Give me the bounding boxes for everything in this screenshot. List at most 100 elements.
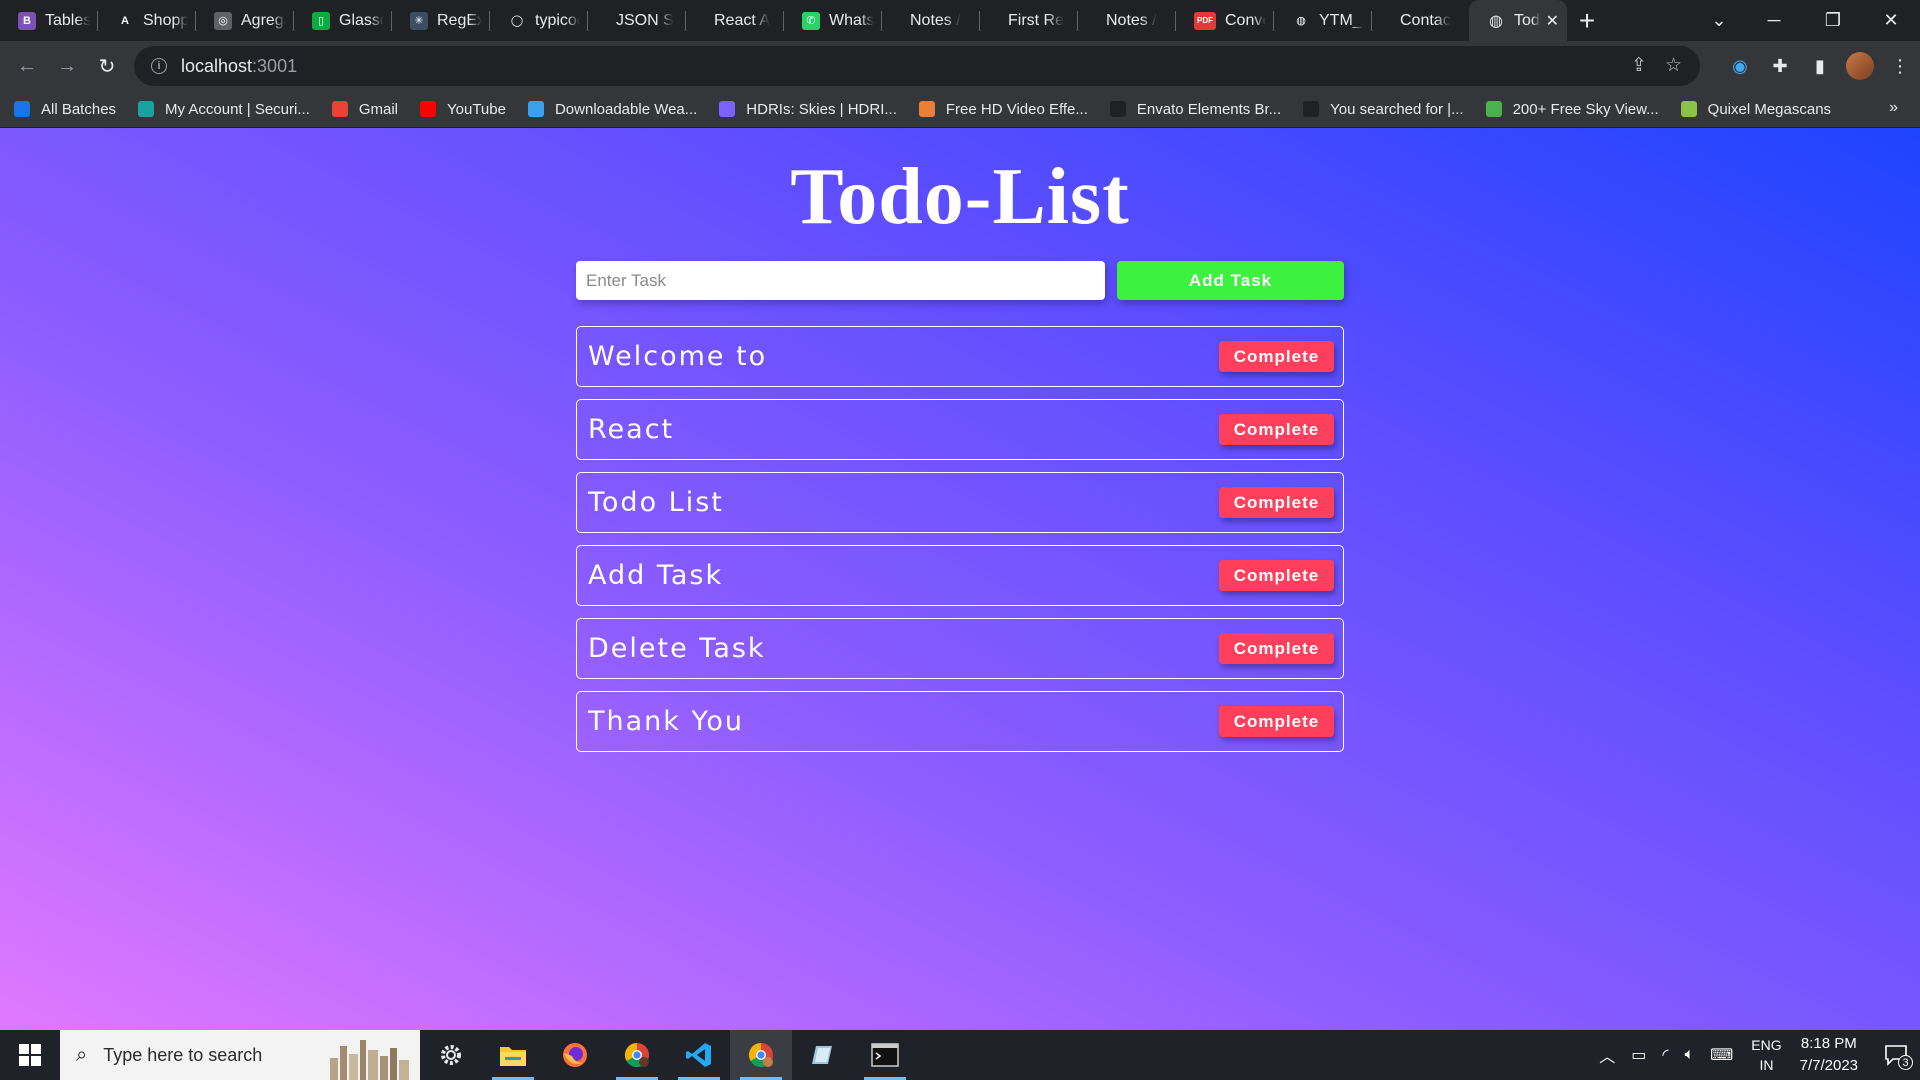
tab-0[interactable]: B Tables [0, 0, 98, 41]
bookmark-item[interactable]: Gmail [331, 101, 398, 118]
notification-count-badge: 3 [1898, 1055, 1913, 1070]
complete-button[interactable]: Complete [1219, 414, 1334, 445]
complete-button[interactable]: Complete [1219, 633, 1334, 664]
volume-icon[interactable]: 🔈︎ [1685, 1046, 1695, 1064]
tab-strip: B Tables A Shoppi ◎ Agrega ▯ Glassdo ✳ RegExr ◯ typ… [0, 0, 1920, 41]
task-input[interactable] [576, 261, 1105, 300]
edge-extension-icon[interactable]: ◉ [1720, 46, 1760, 86]
tab-label: JSON S [616, 11, 674, 29]
todo-app-page: Todo-List Add Task Welcome toCompleteRea… [0, 128, 1920, 1030]
system-clock[interactable]: 8:18 PM 7/7/2023 [1800, 1033, 1858, 1077]
task-text: Add Task [588, 560, 724, 591]
bookmark-item[interactable]: Envato Elements Br... [1109, 100, 1282, 118]
tab-10[interactable]: First Re [980, 0, 1078, 41]
weather-icon [527, 101, 544, 117]
notes-app-icon[interactable] [792, 1030, 854, 1080]
forward-icon[interactable]: → [47, 46, 87, 86]
more-bookmarks-icon[interactable]: » [1889, 99, 1898, 117]
keyboard-icon[interactable]: ⌨ [1710, 1045, 1733, 1065]
bookmark-item[interactable]: All Batches [14, 101, 116, 118]
bookmark-item[interactable]: Free HD Video Effe... [918, 100, 1088, 118]
taskbar-search[interactable]: ⌕ Type here to search [60, 1030, 420, 1080]
globe-icon: ◍ [1489, 12, 1503, 30]
tab-label: First Re [1008, 11, 1064, 29]
bookmark-star-icon[interactable]: ☆ [1665, 54, 1682, 77]
windows-taskbar: ⌕ Type here to search ︿ ▭ ◜ 🔈︎ ⌨ ENG IN … [0, 1030, 1920, 1080]
side-panel-icon[interactable]: ▮ [1800, 46, 1840, 86]
clock-date: 7/7/2023 [1799, 1057, 1858, 1074]
wifi-icon[interactable]: ◜ [1662, 1045, 1668, 1065]
new-tab-button[interactable]: + [1567, 0, 1607, 41]
tab-14[interactable]: Contac [1372, 0, 1470, 41]
settings-gear-icon[interactable] [420, 1030, 482, 1080]
bookmark-item[interactable]: 200+ Free Sky View... [1485, 100, 1659, 118]
menu-kebab-icon[interactable]: ⋮ [1880, 46, 1920, 86]
tab-5[interactable]: ◯ typicod [490, 0, 588, 41]
tab-search-icon[interactable]: ⌄ [1690, 0, 1748, 41]
bookmark-label: You searched for |... [1330, 100, 1464, 118]
tab-11[interactable]: Notes / [1078, 0, 1176, 41]
reload-icon[interactable]: ↻ [87, 46, 127, 86]
bookmark-label: Free HD Video Effe... [945, 100, 1088, 118]
tab-7[interactable]: React A [686, 0, 784, 41]
address-port: :3001 [252, 55, 298, 76]
bookmark-item[interactable]: Downloadable Wea... [527, 101, 697, 118]
complete-button[interactable]: Complete [1219, 341, 1334, 372]
tiktok-icon [1109, 101, 1126, 117]
tab-3[interactable]: ▯ Glassdo [294, 0, 392, 41]
address-bar[interactable]: i localhost:3001 ⇪ ☆ [134, 46, 1700, 86]
bookmark-item[interactable]: You searched for |... [1303, 100, 1464, 118]
a-logo-icon: A [116, 11, 134, 30]
chrome-active-icon[interactable] [730, 1030, 792, 1080]
add-task-button[interactable]: Add Task [1117, 261, 1344, 300]
close-tab-icon[interactable]: ✕ [1546, 11, 1559, 31]
site-info-icon[interactable]: i [151, 58, 167, 74]
chrome-profile-icon[interactable] [606, 1030, 668, 1080]
px-icon [1485, 101, 1502, 117]
bookmark-item[interactable]: Quixel Megascans [1680, 100, 1832, 118]
file-explorer-icon[interactable] [482, 1030, 544, 1080]
bookmark-item[interactable]: HDRIs: Skies | HDRI... [719, 101, 897, 118]
video-effects-icon [918, 101, 935, 117]
extensions-puzzle-icon[interactable]: ✚ [1760, 46, 1800, 86]
taskbar-search-placeholder: Type here to search [103, 1044, 263, 1065]
close-window-icon[interactable]: ✕ [1862, 0, 1920, 41]
task-item: Welcome to Complete [576, 326, 1344, 387]
minimize-icon[interactable]: ─ [1745, 0, 1803, 41]
tab-9[interactable]: Notes / [882, 0, 980, 41]
bookmark-label: YouTube [447, 100, 506, 118]
complete-button[interactable]: Complete [1219, 487, 1334, 518]
tab-active[interactable]: ◍ Tod ✕ [1469, 0, 1567, 41]
batches-icon [14, 101, 30, 117]
bookmark-label: Envato Elements Br... [1136, 100, 1282, 118]
bookmark-label: Quixel Megascans [1707, 100, 1832, 118]
firefox-icon[interactable] [544, 1030, 606, 1080]
task-item: Add Task Complete [576, 545, 1344, 606]
show-hidden-icons-icon[interactable]: ︿ [1599, 1043, 1615, 1067]
bookmark-item[interactable]: My Account | Securi... [138, 101, 310, 118]
notification-center-icon[interactable]: 3 [1872, 1030, 1920, 1080]
terminal-icon[interactable] [854, 1030, 916, 1080]
start-button[interactable] [0, 1030, 60, 1080]
share-icon[interactable]: ⇪ [1631, 54, 1647, 77]
tab-4[interactable]: ✳ RegExr [392, 0, 490, 41]
tab-8[interactable]: ✆ WhatsA [784, 0, 882, 41]
tab-12[interactable]: PDF Conver [1176, 0, 1274, 41]
input-language[interactable]: ENG IN [1751, 1035, 1781, 1075]
complete-button[interactable]: Complete [1219, 560, 1334, 591]
regexr-icon: ✳ [410, 11, 428, 30]
complete-button[interactable]: Complete [1219, 706, 1334, 737]
tab-1[interactable]: A Shoppi [98, 0, 196, 41]
back-icon[interactable]: ← [7, 46, 47, 86]
battery-icon[interactable]: ▭ [1631, 1045, 1646, 1065]
bookmark-item[interactable]: YouTube [420, 101, 506, 118]
tab-label: Notes / [1106, 11, 1157, 29]
profile-avatar[interactable] [1846, 52, 1874, 80]
vscode-icon[interactable] [668, 1030, 730, 1080]
bookmark-label: 200+ Free Sky View... [1512, 100, 1659, 118]
restore-icon[interactable]: ❐ [1804, 0, 1862, 41]
tab-label: Glassdo [339, 11, 384, 29]
tab-2[interactable]: ◎ Agrega [196, 0, 294, 41]
tab-13[interactable]: ◍ YTM_1 [1274, 0, 1372, 41]
tab-6[interactable]: JSON S [588, 0, 686, 41]
